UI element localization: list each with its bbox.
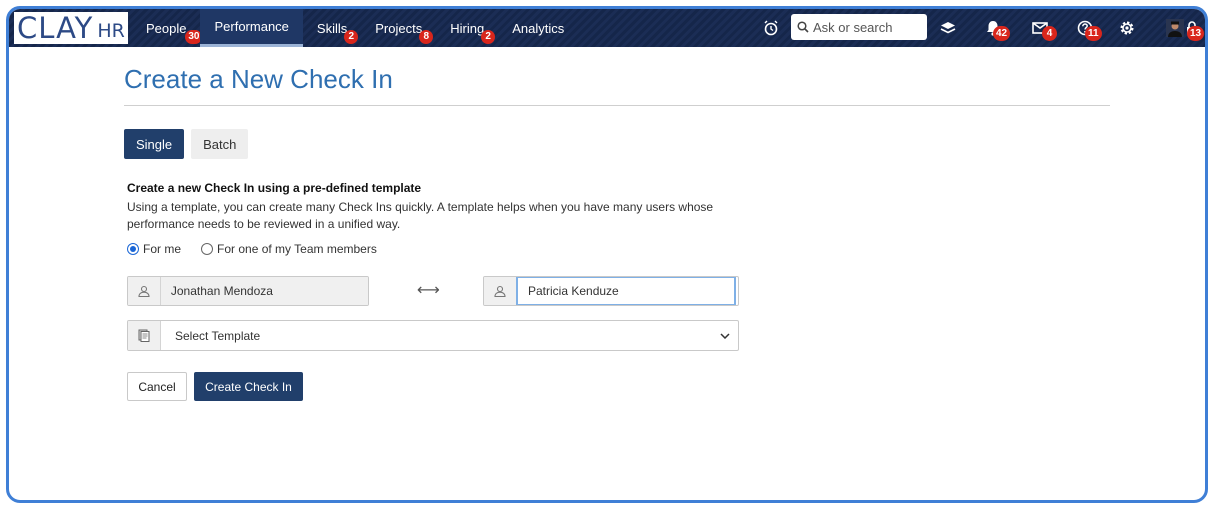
nav-item-label: Projects <box>375 20 423 36</box>
nav-item-performance[interactable]: Performance <box>200 9 303 47</box>
radio-for-team-member[interactable]: For one of my Team members <box>201 242 377 256</box>
app-frame: CLAY HR People 30 Performance Skills 2 P… <box>6 6 1208 503</box>
logo-main-text: CLAY <box>17 10 94 45</box>
create-check-in-button[interactable]: Create Check In <box>194 372 303 401</box>
radio-button[interactable] <box>201 243 214 255</box>
tab-single[interactable]: Single <box>124 129 185 159</box>
lock-icon[interactable]: 13 <box>1182 18 1205 41</box>
nav-badge-projects: 8 <box>419 30 434 44</box>
search-box[interactable] <box>791 14 927 40</box>
nav-item-label: People <box>146 20 187 36</box>
lock-badge: 13 <box>1187 26 1205 41</box>
reviewee-input[interactable] <box>516 277 736 305</box>
tab-batch[interactable]: Batch <box>191 129 249 159</box>
chevron-down-icon <box>720 332 730 339</box>
bell-icon[interactable]: 42 <box>983 18 1011 41</box>
description-text: Using a template, you can create many Ch… <box>127 200 714 231</box>
top-navbar: CLAY HR People 30 Performance Skills 2 P… <box>9 9 1205 47</box>
logo-sub-text: HR <box>97 20 125 42</box>
nav-badge-hiring: 2 <box>481 30 496 44</box>
radio-label: For me <box>143 242 182 256</box>
mode-tabs: Single Batch <box>124 129 249 159</box>
nav-item-people[interactable]: People 30 <box>132 9 203 47</box>
search-input[interactable] <box>813 19 923 35</box>
title-divider <box>124 105 1110 106</box>
reviewer-input[interactable] <box>160 277 368 305</box>
clayhr-logo[interactable]: CLAY HR <box>14 12 128 44</box>
assignee-radio-group: For me For one of my Team members <box>127 242 397 256</box>
help-badge: 11 <box>1085 26 1102 41</box>
nav-item-label: Skills <box>316 20 348 36</box>
main-nav: People 30 Performance Skills 2 Projects … <box>132 9 578 47</box>
document-icon <box>128 321 161 350</box>
nav-item-analytics[interactable]: Analytics <box>498 9 578 47</box>
radio-for-me[interactable]: For me <box>127 242 181 256</box>
reviewer-field <box>127 276 369 306</box>
nav-item-hiring[interactable]: Hiring 2 <box>436 9 498 47</box>
notifications-badge: 42 <box>993 26 1011 41</box>
help-icon[interactable]: 11 <box>1075 18 1102 41</box>
template-placeholder: Select Template <box>175 328 261 343</box>
messages-badge: 4 <box>1042 26 1057 41</box>
template-select-value[interactable]: Select Template <box>161 321 738 350</box>
template-select[interactable]: Select Template <box>127 320 739 351</box>
radio-button-checked[interactable] <box>127 243 139 255</box>
page-title: Create a New Check In <box>124 64 393 94</box>
nav-item-projects[interactable]: Projects 8 <box>361 9 436 47</box>
description-title: Create a new Check In using a pre-define… <box>127 181 422 195</box>
swap-arrows-icon: ⟷ <box>417 282 440 299</box>
mail-icon[interactable]: 4 <box>1030 18 1057 41</box>
search-icon <box>797 21 809 33</box>
nav-item-skills[interactable]: Skills 2 <box>303 9 361 47</box>
user-icon <box>484 277 517 305</box>
gear-icon[interactable] <box>1117 18 1137 38</box>
radio-label: For one of my Team members <box>217 242 377 256</box>
user-icon <box>128 277 161 305</box>
nav-item-label: Performance <box>214 19 289 34</box>
alarm-clock-icon[interactable] <box>761 18 781 38</box>
nav-item-label: Hiring <box>450 20 485 36</box>
nav-badge-skills: 2 <box>344 30 359 44</box>
cancel-button[interactable]: Cancel <box>127 372 187 401</box>
reviewee-field <box>483 276 739 306</box>
nav-item-label: Analytics <box>512 20 565 36</box>
layers-icon[interactable] <box>938 18 958 38</box>
